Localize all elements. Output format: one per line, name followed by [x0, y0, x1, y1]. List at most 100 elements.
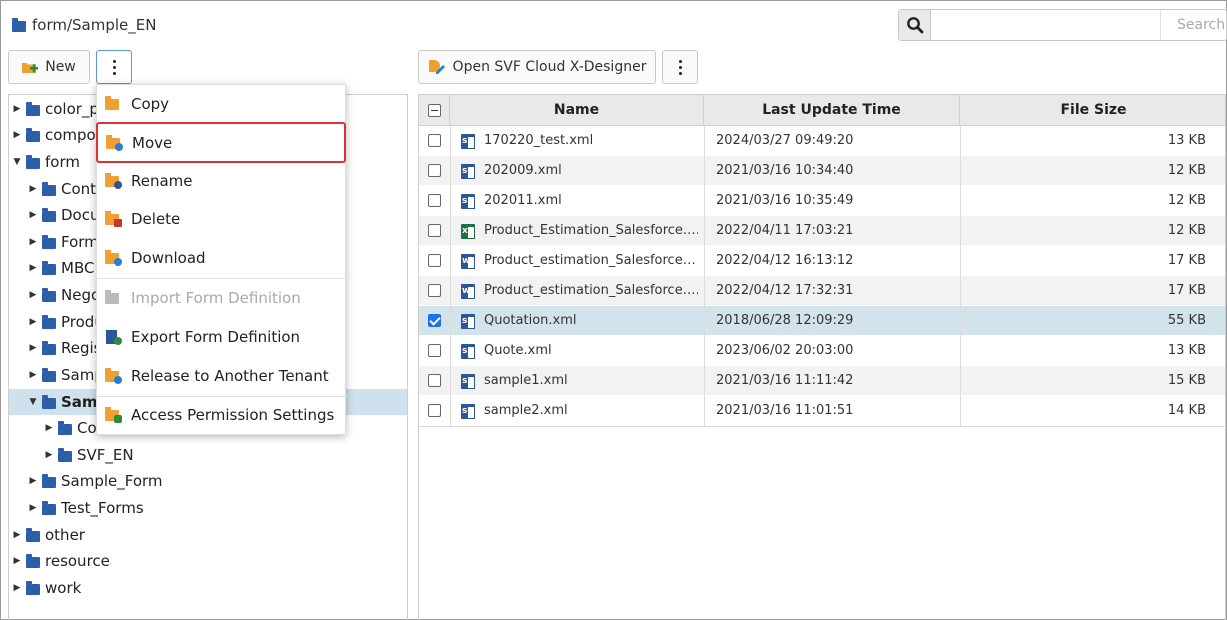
table-row[interactable]: x Product_Estimation_Salesforce.… 2022/0…: [419, 216, 1225, 246]
menu-item-copy[interactable]: Copy: [97, 85, 347, 123]
table-row-selected[interactable]: s Quotation.xml 2018/06/28 12:09:29 55 K…: [419, 306, 1225, 336]
menu-item-label: Export Form Definition: [131, 328, 301, 346]
copy-icon: [105, 96, 121, 111]
tree-node[interactable]: ▶ Nego: [29, 283, 101, 307]
expand-arrow-icon[interactable]: ▶: [29, 290, 37, 300]
row-checkbox[interactable]: [428, 284, 441, 297]
new-button[interactable]: New: [8, 50, 90, 84]
expand-arrow-icon[interactable]: ▶: [29, 503, 37, 513]
tree-node[interactable]: ▶ Regis: [29, 336, 102, 360]
table-row[interactable]: s Quote.xml 2023/06/02 20:03:00 13 KB: [419, 336, 1225, 366]
grid-more-button[interactable]: [662, 50, 698, 84]
row-checkbox[interactable]: [428, 404, 441, 417]
table-row[interactable]: s 202011.xml 2021/03/16 10:35:49 12 KB: [419, 186, 1225, 216]
file-name[interactable]: Quote.xml: [484, 336, 698, 366]
file-name[interactable]: Product_Estimation_Salesforce.…: [484, 216, 698, 246]
menu-item-release-to-another-tenant[interactable]: Release to Another Tenant: [97, 357, 347, 395]
search-placeholder: Search: [1177, 17, 1226, 33]
folder-icon: [12, 17, 26, 32]
tree-node[interactable]: ▶ Sample_Form: [29, 469, 163, 493]
table-row[interactable]: w Product_estimation_Salesforce… 2022/04…: [419, 246, 1225, 276]
column-header-size[interactable]: File Size: [960, 95, 1225, 126]
expand-arrow-icon[interactable]: ▶: [45, 423, 53, 433]
row-checkbox[interactable]: [428, 254, 441, 267]
tree-node[interactable]: ▶ Samp: [29, 363, 104, 387]
search-button[interactable]: [899, 10, 931, 40]
expand-arrow-icon[interactable]: ▶: [29, 184, 37, 194]
row-checkbox[interactable]: [428, 164, 441, 177]
expand-arrow-icon[interactable]: ▶: [29, 476, 37, 486]
expand-arrow-icon[interactable]: ▶: [13, 530, 21, 540]
menu-item-export-form-definition[interactable]: Export Form Definition: [97, 318, 347, 356]
tree-node[interactable]: ▶ compos: [13, 123, 104, 147]
file-name[interactable]: Quotation.xml: [484, 306, 698, 336]
download-icon: [105, 250, 122, 266]
import-icon: [105, 290, 121, 305]
row-checkbox[interactable]: [428, 224, 441, 237]
row-checkbox-checked[interactable]: [428, 314, 441, 327]
collapse-arrow-icon[interactable]: ▼: [13, 157, 21, 167]
expand-arrow-icon[interactable]: ▶: [29, 237, 37, 247]
more-vertical-icon: [678, 59, 682, 75]
tree-node-label: Test_Forms: [61, 499, 144, 517]
expand-arrow-icon[interactable]: ▶: [13, 130, 21, 140]
menu-item-move[interactable]: Move: [96, 122, 346, 163]
column-header-name[interactable]: Name: [450, 95, 704, 126]
tree-node[interactable]: ▶ SVF_EN: [45, 443, 134, 467]
new-folder-icon: [22, 62, 39, 73]
expand-arrow-icon[interactable]: ▶: [29, 263, 37, 273]
open-designer-button[interactable]: Open SVF Cloud X-Designer: [418, 50, 656, 84]
tree-node[interactable]: ▶ Co: [45, 416, 97, 440]
tree-node[interactable]: ▶ resource: [13, 549, 110, 573]
tree-node[interactable]: ▶ other: [13, 523, 85, 547]
menu-item-download[interactable]: Download: [97, 239, 347, 277]
menu-item-rename[interactable]: Rename: [97, 162, 347, 200]
file-name[interactable]: sample1.xml: [484, 366, 698, 396]
column-header-updated[interactable]: Last Update Time: [704, 95, 960, 126]
file-updated: 2021/03/16 10:34:40: [716, 163, 854, 178]
tree-node[interactable]: ▶ work: [13, 576, 82, 600]
select-all-checkbox[interactable]: [428, 104, 441, 117]
row-checkbox[interactable]: [428, 194, 441, 207]
row-checkbox[interactable]: [428, 344, 441, 357]
table-row[interactable]: s 202009.xml 2021/03/16 10:34:40 12 KB: [419, 156, 1225, 186]
expand-arrow-icon[interactable]: ▶: [29, 317, 37, 327]
collapse-arrow-icon[interactable]: ▼: [29, 397, 37, 407]
tree-node-label: other: [45, 526, 85, 544]
file-name[interactable]: 202011.xml: [484, 186, 698, 216]
row-checkbox[interactable]: [428, 374, 441, 387]
expand-arrow-icon[interactable]: ▶: [13, 104, 21, 114]
expand-arrow-icon[interactable]: ▶: [45, 450, 53, 460]
tree-node-label: SVF_EN: [77, 446, 134, 464]
tree-node[interactable]: ▼ form: [13, 150, 80, 174]
tree-node[interactable]: ▶ color_p: [13, 97, 99, 121]
menu-item-delete[interactable]: Delete: [97, 200, 347, 238]
file-size: 13 KB: [1167, 133, 1206, 148]
expand-arrow-icon[interactable]: ▶: [29, 210, 37, 220]
tree-node[interactable]: ▶ MBC: [29, 256, 95, 280]
file-name[interactable]: 202009.xml: [484, 156, 698, 186]
tree-node[interactable]: ▶ Test_Forms: [29, 496, 144, 520]
file-name[interactable]: Product_estimation_Salesforce…: [484, 246, 698, 276]
expand-arrow-icon[interactable]: ▶: [13, 556, 21, 566]
tree-node[interactable]: ▶ Docu: [29, 203, 100, 227]
table-row[interactable]: s sample2.xml 2021/03/16 11:01:51 14 KB: [419, 396, 1225, 426]
table-row[interactable]: s 170220_test.xml 2024/03/27 09:49:20 13…: [419, 126, 1225, 156]
file-name[interactable]: 170220_test.xml: [484, 126, 698, 156]
table-row[interactable]: s sample1.xml 2021/03/16 11:11:42 15 KB: [419, 366, 1225, 396]
release-icon: [105, 368, 122, 384]
menu-item-access-permission-settings[interactable]: Access Permission Settings: [97, 396, 347, 434]
expand-arrow-icon[interactable]: ▶: [29, 370, 37, 380]
expand-arrow-icon[interactable]: ▶: [29, 343, 37, 353]
folder-more-button[interactable]: [96, 50, 132, 84]
table-row[interactable]: w Product_estimation_Salesforce.… 2022/0…: [419, 276, 1225, 306]
tree-node-label: form: [45, 153, 80, 171]
search-input[interactable]: [931, 10, 1161, 40]
expand-arrow-icon[interactable]: ▶: [13, 583, 21, 593]
tree-node[interactable]: ▶ Produ: [29, 310, 104, 334]
row-checkbox[interactable]: [428, 134, 441, 147]
tree-node[interactable]: ▶ Form: [29, 230, 99, 254]
file-name[interactable]: Product_estimation_Salesforce.…: [484, 276, 698, 306]
tree-node[interactable]: ▶ Conta: [29, 177, 106, 201]
file-name[interactable]: sample2.xml: [484, 396, 698, 426]
